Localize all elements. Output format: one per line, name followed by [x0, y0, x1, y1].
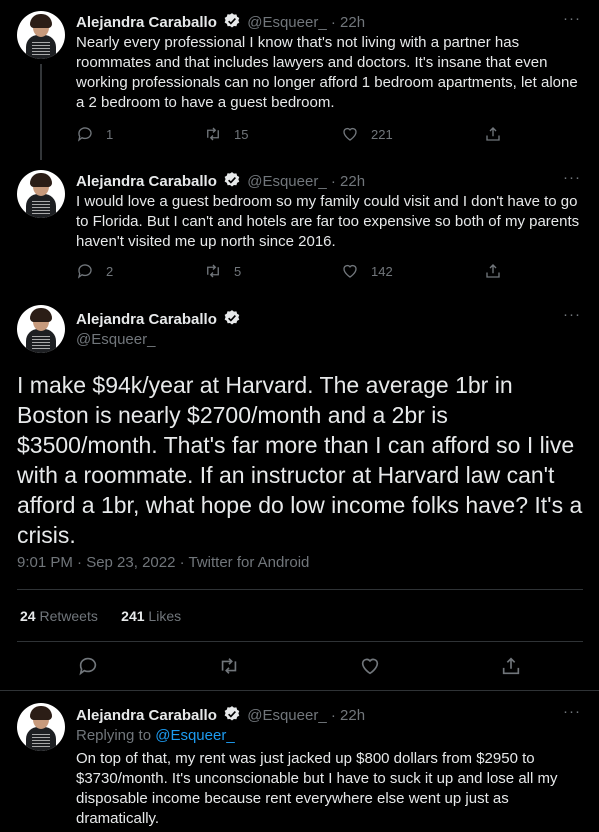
avatar[interactable]: [17, 703, 65, 751]
divider: [17, 641, 583, 642]
retweet-button[interactable]: 15: [204, 125, 248, 143]
verified-badge-icon: [224, 310, 240, 325]
share-button[interactable]: [484, 125, 514, 143]
reply-tweet-text: On top of that, my rent was just jacked …: [76, 750, 558, 827]
reply-icon: [77, 127, 92, 142]
heart-icon[interactable]: [359, 655, 381, 677]
heart-icon: [343, 127, 357, 141]
reply-count: 2: [106, 263, 114, 279]
reply-icon[interactable]: [77, 655, 99, 677]
reply-button[interactable]: 2: [76, 262, 113, 280]
like-button[interactable]: 142: [341, 262, 393, 280]
replying-to: Replying to @Esqueer_: [76, 727, 235, 744]
tweet-text: Nearly every professional I know that's …: [76, 34, 578, 111]
retweet-count: 5: [234, 263, 242, 279]
handle-time: @Esqueer_ · 22h: [247, 707, 366, 724]
tweet-actions: 1 15 221: [76, 125, 506, 145]
author-name-row: Alejandra Caraballo: [76, 309, 243, 328]
like-button[interactable]: 221: [341, 125, 393, 143]
tweet-actions: 2 5 142: [76, 262, 506, 282]
retweet-button[interactable]: 5: [204, 262, 241, 280]
more-options-button[interactable]: ···: [563, 306, 581, 323]
avatar[interactable]: [17, 305, 65, 353]
handle-time: @Esqueer_ · 22h: [247, 173, 366, 190]
replying-prefix: Replying to: [76, 727, 152, 744]
handle-time: @Esqueer_ · 22h: [247, 14, 366, 31]
tweet-1[interactable]: Alejandra Caraballo @Esqueer_ · 22h ··· …: [0, 0, 599, 160]
more-options-button[interactable]: ···: [563, 703, 581, 720]
retweets-count: 24: [20, 608, 36, 624]
retweet-icon: [207, 264, 219, 278]
engagement-stats: 24 Retweets 241 Likes: [20, 608, 181, 624]
likes-count: 241: [121, 608, 145, 624]
verified-badge-icon: [224, 13, 240, 28]
more-options-button[interactable]: ···: [563, 169, 581, 186]
share-icon: [486, 264, 500, 278]
avatar[interactable]: [17, 11, 65, 59]
thread-line: [40, 64, 42, 160]
retweets-label: Retweets: [39, 608, 98, 624]
main-tweet-actions: [0, 654, 599, 678]
likes-stat[interactable]: 241 Likes: [121, 608, 181, 624]
like-count: 142: [371, 263, 393, 279]
tweet-2[interactable]: Alejandra Caraballo @Esqueer_ · 22h ··· …: [0, 160, 599, 295]
share-icon: [486, 127, 500, 141]
share-button[interactable]: [484, 262, 514, 280]
main-tweet-text: I make $94k/year at Harvard. The average…: [17, 372, 583, 548]
author-name[interactable]: Alejandra Caraballo: [76, 173, 217, 190]
author-handle[interactable]: @Esqueer_: [76, 331, 155, 348]
share-icon[interactable]: [500, 655, 522, 677]
retweets-stat[interactable]: 24 Retweets: [20, 608, 98, 624]
reply-button[interactable]: 1: [76, 125, 113, 143]
like-count: 221: [371, 126, 393, 142]
heart-icon: [343, 264, 357, 278]
author-name[interactable]: Alejandra Caraballo: [76, 14, 217, 31]
replying-handle-link[interactable]: @Esqueer_: [155, 727, 234, 744]
tweet-text: I would love a guest bedroom so my famil…: [76, 193, 580, 250]
author-name[interactable]: Alejandra Caraballo: [76, 707, 217, 724]
retweet-count: 15: [234, 126, 249, 142]
retweet-icon[interactable]: [218, 655, 240, 677]
verified-badge-icon: [224, 172, 240, 187]
divider: [17, 589, 583, 590]
author-name[interactable]: Alejandra Caraballo: [76, 311, 217, 328]
retweet-icon: [207, 127, 219, 141]
tweet-timestamp[interactable]: 9:01 PM · Sep 23, 2022 · Twitter for And…: [17, 554, 309, 571]
reply-icon: [77, 264, 92, 279]
reply-count: 1: [106, 126, 114, 142]
more-options-button[interactable]: ···: [563, 10, 581, 27]
verified-badge-icon: [224, 706, 240, 721]
likes-label: Likes: [148, 608, 182, 624]
avatar[interactable]: [17, 170, 65, 218]
